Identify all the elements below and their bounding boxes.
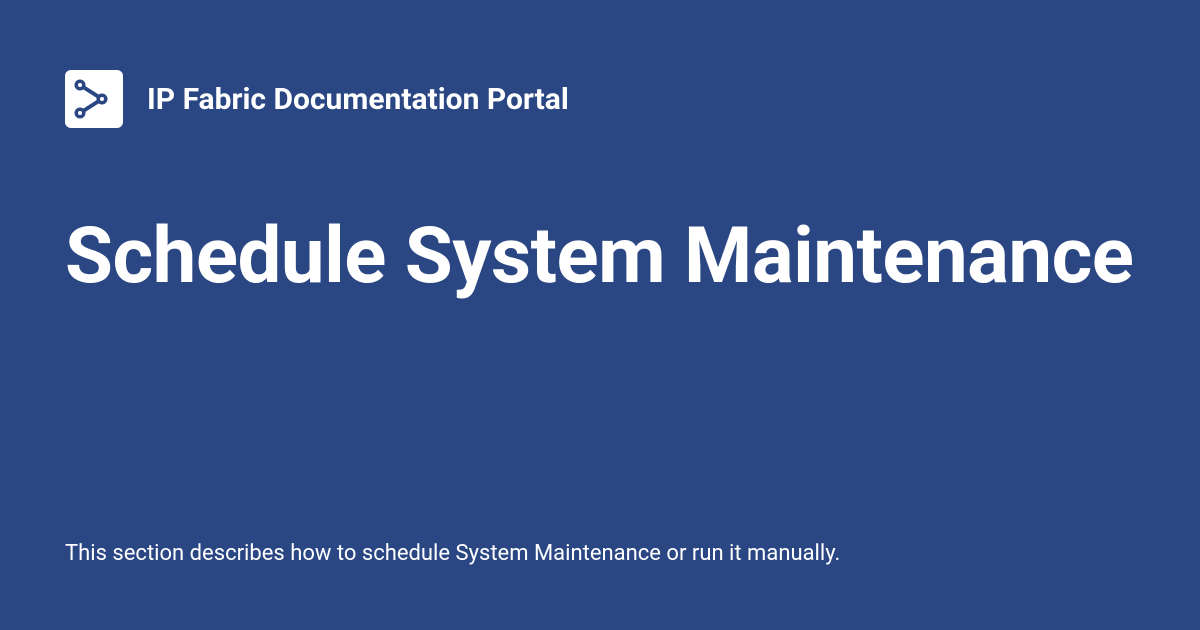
site-name: IP Fabric Documentation Portal: [147, 82, 569, 117]
page-description: This section describes how to schedule S…: [65, 539, 1135, 570]
page-header: IP Fabric Documentation Portal: [65, 70, 1135, 128]
logo-icon: [65, 70, 123, 128]
page-title: Schedule System Maintenance: [65, 213, 1135, 300]
